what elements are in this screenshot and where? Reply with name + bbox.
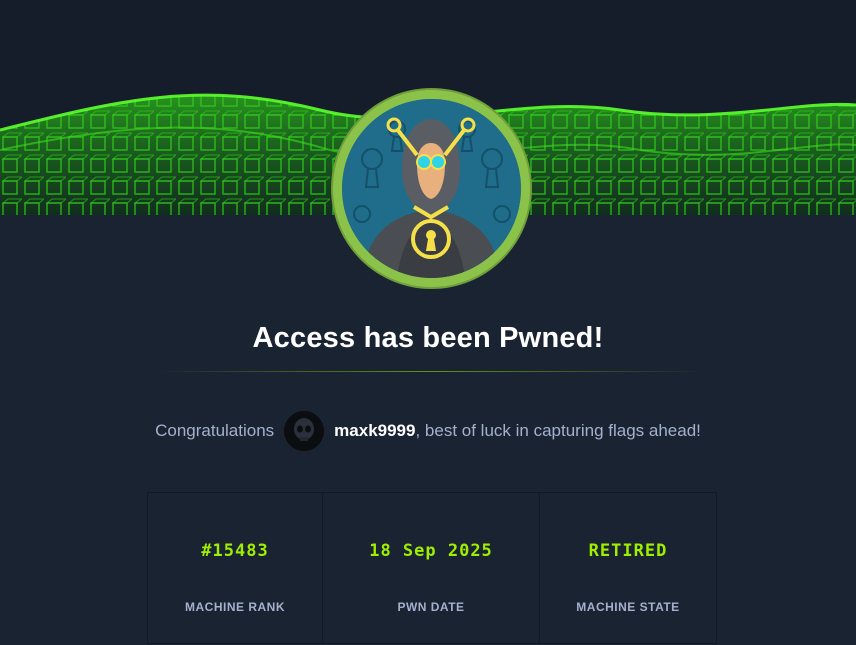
machine-avatar-ring	[333, 90, 530, 287]
congrats-prefix: Congratulations	[155, 421, 275, 440]
stat-machine-rank: #15483 MACHINE RANK	[148, 493, 323, 643]
machine-state-label: MACHINE STATE	[576, 600, 680, 614]
stats-panel: #15483 MACHINE RANK 18 Sep 2025 PWN DATE…	[147, 492, 717, 644]
page-title: Access has been Pwned!	[252, 322, 604, 354]
congrats-suffix: , best of luck in capturing flags ahead!	[415, 421, 701, 440]
title-divider	[155, 371, 705, 372]
machine-rank-value: #15483	[201, 541, 269, 561]
pwn-date-label: PWN DATE	[397, 600, 465, 614]
stat-pwn-date: 18 Sep 2025 PWN DATE	[323, 493, 540, 643]
machine-avatar	[342, 99, 521, 278]
hooded-figure-icon	[342, 99, 521, 278]
username-link[interactable]: maxk9999	[334, 421, 415, 441]
skull-avatar-icon	[284, 411, 325, 451]
stat-machine-state: RETIRED MACHINE STATE	[540, 493, 716, 643]
pwn-date-value: 18 Sep 2025	[369, 541, 493, 561]
machine-state-value: RETIRED	[588, 541, 668, 561]
machine-rank-label: MACHINE RANK	[185, 600, 285, 614]
congratulations-message: Congratulations maxk9999 , best of luck …	[0, 410, 856, 452]
user-avatar[interactable]	[284, 411, 325, 451]
